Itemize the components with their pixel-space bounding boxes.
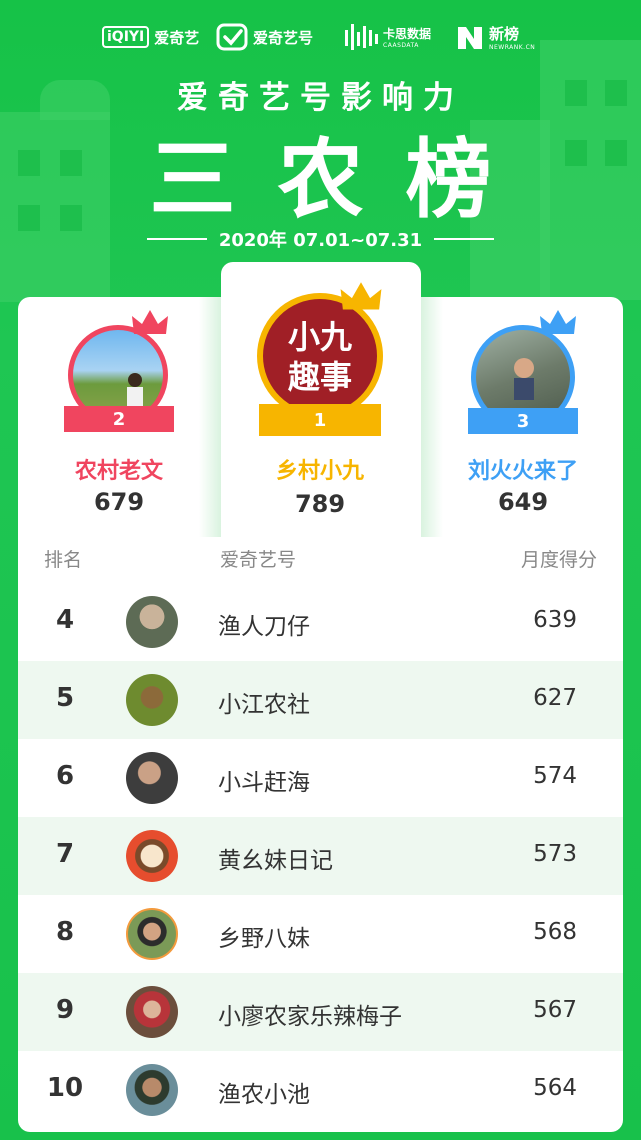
caasdata-text: 卡思数据 CAASDATA: [383, 25, 431, 49]
header-rank: 排名: [44, 549, 83, 571]
table-header: 排名 爱奇艺号 月度得分: [18, 545, 623, 575]
crown-icon: [540, 310, 576, 334]
divider-left: [146, 238, 207, 240]
newrank-sub: NEWRANK.CN: [489, 44, 536, 51]
iqiyi-label: 爱奇艺: [154, 28, 200, 47]
row-rank: 9: [55, 995, 75, 1025]
rank-ribbon: 2: [64, 406, 174, 432]
row-rank: 5: [55, 683, 75, 713]
partner-logos: iQIYI 爱奇艺 爱奇艺号 卡思数据 CAASDATA 新榜 NEWRANK.…: [0, 18, 641, 58]
row-score: 564: [533, 1075, 577, 1101]
avatar: [126, 830, 178, 882]
rank-number: 1: [313, 409, 327, 431]
table-row[interactable]: 7 黄幺妹日记 573: [18, 817, 623, 895]
rank-ribbon: 1: [259, 404, 381, 436]
podium-score: 649: [497, 488, 549, 516]
header-account: 爱奇艺号: [220, 549, 297, 571]
avatar: [126, 1064, 178, 1116]
row-rank: 6: [55, 761, 75, 791]
iqiyihao-logo: 爱奇艺号: [216, 18, 313, 56]
row-score: 573: [533, 841, 577, 867]
row-rank: 4: [55, 605, 75, 635]
iqiyihao-label: 爱奇艺号: [253, 28, 314, 47]
avatar: [126, 908, 178, 960]
rank-number: 2: [112, 408, 126, 430]
bars-icon: [345, 24, 378, 50]
table-row[interactable]: 10 渔农小池 564: [18, 1051, 623, 1129]
podium-name: 刘火火来了: [467, 459, 578, 484]
table-row[interactable]: 8 乡野八妹 568: [18, 895, 623, 973]
date-range: 2020年 07.01~07.31: [218, 230, 423, 251]
row-score: 574: [533, 763, 577, 789]
page-title: 三农榜: [149, 130, 534, 230]
podium-name: 乡村小九: [275, 459, 364, 484]
podium-name: 农村老文: [74, 459, 163, 484]
iqiyi-logo: iQIYI 爱奇艺: [102, 18, 199, 56]
row-name: 渔人刀仔: [218, 614, 310, 640]
crown-icon: [340, 282, 382, 310]
avatar: [126, 986, 178, 1038]
check-icon: [216, 23, 248, 51]
row-score: 639: [533, 607, 577, 633]
header-score: 月度得分: [520, 549, 597, 571]
avatar: [126, 596, 178, 648]
row-rank: 7: [55, 839, 75, 869]
row-name: 小斗赶海: [218, 770, 310, 796]
table-row[interactable]: 6 小斗赶海 574: [18, 739, 623, 817]
avatar: [126, 752, 178, 804]
newrank-label: 新榜: [489, 25, 520, 43]
newrank-logo: 新榜 NEWRANK.CN: [456, 18, 535, 56]
rank-ribbon: 3: [468, 408, 578, 434]
iqiyi-mark: iQIYI: [102, 26, 150, 48]
divider-right: [434, 238, 495, 240]
caasdata-label: 卡思数据: [383, 27, 432, 41]
row-score: 627: [533, 685, 577, 711]
newrank-n-icon: [458, 27, 482, 49]
avatar-text: 小九 趣事: [287, 318, 352, 396]
crown-icon: [132, 310, 168, 334]
caasdata-sub: CAASDATA: [383, 42, 419, 49]
avatar: [126, 674, 178, 726]
table-row[interactable]: 4 渔人刀仔 639: [18, 583, 623, 661]
row-name: 黄幺妹日记: [218, 848, 333, 874]
podium-score: 679: [93, 488, 145, 516]
row-rank: 10: [46, 1073, 84, 1103]
rank-number: 3: [516, 410, 530, 432]
caasdata-logo: 卡思数据 CAASDATA: [344, 18, 431, 56]
row-score: 567: [533, 997, 577, 1023]
date-row: 2020年 07.01~07.31: [0, 226, 641, 252]
podium-score: 789: [294, 490, 346, 518]
row-name: 小廖农家乐辣梅子: [218, 1004, 402, 1030]
row-name: 小江农社: [218, 692, 310, 718]
table-row[interactable]: 9 小廖农家乐辣梅子 567: [18, 973, 623, 1051]
row-name: 渔农小池: [218, 1082, 310, 1108]
row-rank: 8: [55, 917, 75, 947]
subtitle: 爱奇艺号影响力: [177, 80, 464, 116]
row-score: 568: [533, 919, 577, 945]
newrank-text: 新榜 NEWRANK.CN: [489, 23, 535, 51]
row-name: 乡野八妹: [218, 926, 310, 952]
table-row[interactable]: 5 小江农社 627: [18, 661, 623, 739]
